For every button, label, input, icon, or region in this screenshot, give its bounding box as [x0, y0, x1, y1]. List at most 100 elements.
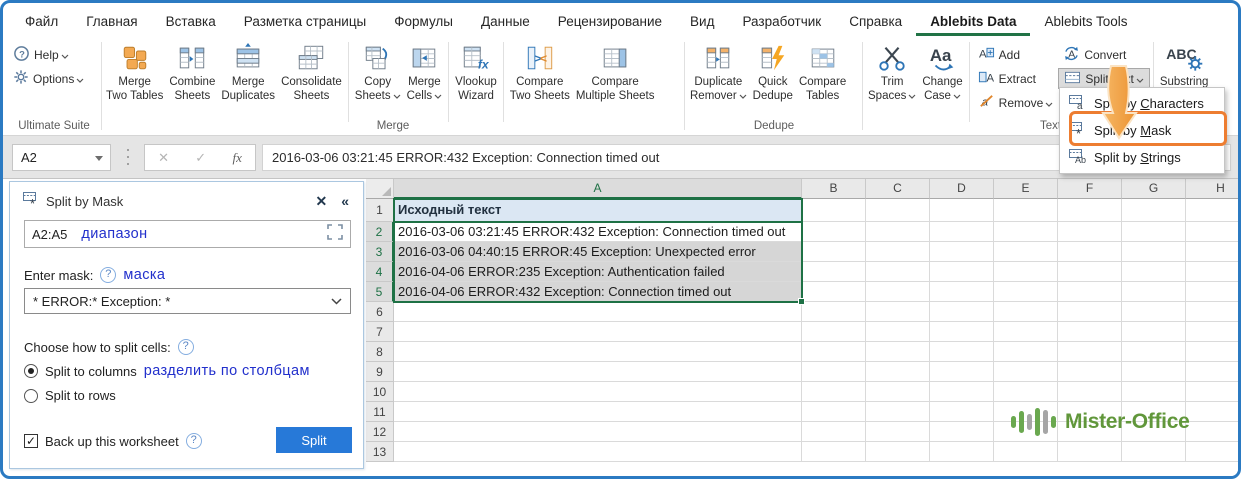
cell-d2[interactable]: [930, 222, 994, 242]
cell-f6[interactable]: [1058, 302, 1122, 322]
cell-a8[interactable]: [394, 342, 802, 362]
ribbon-button-convert[interactable]: AConvert: [1058, 44, 1149, 65]
menu-item-split-by-mask[interactable]: *Split by Mask: [1060, 117, 1224, 144]
pane-collapse-icon[interactable]: «: [337, 193, 353, 209]
cell-d9[interactable]: [930, 362, 994, 382]
cell-h8[interactable]: [1186, 342, 1238, 362]
cell-b8[interactable]: [802, 342, 866, 362]
tab-файл[interactable]: Файл: [11, 9, 72, 36]
cell-a1[interactable]: Исходный текст: [394, 199, 802, 222]
ribbon-button-copy-sheets[interactable]: CopySheets: [352, 40, 404, 105]
cell-d7[interactable]: [930, 322, 994, 342]
menu-item-split-by-strings[interactable]: AbSplit by Strings: [1060, 144, 1224, 171]
cell-b11[interactable]: [802, 402, 866, 422]
cell-c9[interactable]: [866, 362, 930, 382]
cell-c13[interactable]: [866, 442, 930, 462]
cell-h4[interactable]: [1186, 262, 1238, 282]
cell-h2[interactable]: [1186, 222, 1238, 242]
ribbon-button-remove[interactable]: aRemove: [973, 92, 1059, 113]
cell-f3[interactable]: [1058, 242, 1122, 262]
ribbon-button-help[interactable]: ?Help: [8, 44, 89, 65]
row-header-8[interactable]: 8: [366, 342, 394, 362]
tab-данные[interactable]: Данные: [467, 9, 544, 36]
cell-h6[interactable]: [1186, 302, 1238, 322]
cell-d6[interactable]: [930, 302, 994, 322]
cell-f7[interactable]: [1058, 322, 1122, 342]
column-header-b[interactable]: B: [802, 179, 866, 199]
cell-d5[interactable]: [930, 282, 994, 302]
tab-справка[interactable]: Справка: [835, 9, 916, 36]
tab-ablebits-data[interactable]: Ablebits Data: [916, 9, 1030, 36]
row-header-7[interactable]: 7: [366, 322, 394, 342]
cell-b7[interactable]: [802, 322, 866, 342]
cell-d1[interactable]: [930, 199, 994, 222]
tab-вид[interactable]: Вид: [676, 9, 728, 36]
cell-e7[interactable]: [994, 322, 1058, 342]
cell-f2[interactable]: [1058, 222, 1122, 242]
ribbon-button-split-text[interactable]: Split Text: [1058, 68, 1149, 89]
cell-g13[interactable]: [1122, 442, 1186, 462]
ribbon-button-vlookup-wizard[interactable]: fxVlookupWizard: [452, 40, 500, 105]
cell-c2[interactable]: [866, 222, 930, 242]
cell-c7[interactable]: [866, 322, 930, 342]
cell-g1[interactable]: [1122, 199, 1186, 222]
cell-b1[interactable]: [802, 199, 866, 222]
cell-c6[interactable]: [866, 302, 930, 322]
ribbon-button-merge-duplicates[interactable]: MergeDuplicates: [218, 40, 278, 105]
menu-item-split-by-characters[interactable]: aSplit by Characters: [1060, 90, 1224, 117]
row-header-6[interactable]: 6: [366, 302, 394, 322]
tab-ablebits-tools[interactable]: Ablebits Tools: [1030, 9, 1141, 36]
row-header-5[interactable]: 5: [366, 282, 394, 302]
cell-g8[interactable]: [1122, 342, 1186, 362]
cell-a2[interactable]: 2016-03-06 03:21:45 ERROR:432 Exception:…: [394, 222, 802, 242]
cell-d8[interactable]: [930, 342, 994, 362]
cell-h10[interactable]: [1186, 382, 1238, 402]
ribbon-button-duplicate-remover[interactable]: DuplicateRemover: [687, 40, 750, 105]
ribbon-button-extract[interactable]: AExtract: [973, 68, 1059, 89]
select-all-corner[interactable]: [366, 179, 394, 199]
cell-f10[interactable]: [1058, 382, 1122, 402]
cell-b4[interactable]: [802, 262, 866, 282]
cell-a9[interactable]: [394, 362, 802, 382]
row-header-4[interactable]: 4: [366, 262, 394, 282]
name-box[interactable]: A2: [12, 144, 111, 171]
cell-e4[interactable]: [994, 262, 1058, 282]
cell-a11[interactable]: [394, 402, 802, 422]
help-badge-icon[interactable]: ?: [178, 339, 194, 355]
cell-b9[interactable]: [802, 362, 866, 382]
tab-разметка-страницы[interactable]: Разметка страницы: [230, 9, 380, 36]
ribbon-button-merge-two-tables[interactable]: MergeTwo Tables: [103, 40, 166, 105]
cell-c3[interactable]: [866, 242, 930, 262]
row-header-9[interactable]: 9: [366, 362, 394, 382]
cell-c8[interactable]: [866, 342, 930, 362]
tab-формулы[interactable]: Формулы: [380, 9, 467, 36]
ribbon-button-quick-dedupe[interactable]: QuickDedupe: [750, 40, 796, 105]
cell-h9[interactable]: [1186, 362, 1238, 382]
cell-g4[interactable]: [1122, 262, 1186, 282]
column-header-c[interactable]: C: [866, 179, 930, 199]
cell-e10[interactable]: [994, 382, 1058, 402]
cell-e2[interactable]: [994, 222, 1058, 242]
ribbon-button-compare-tables[interactable]: CompareTables: [796, 40, 849, 105]
cell-d12[interactable]: [930, 422, 994, 442]
cell-b2[interactable]: [802, 222, 866, 242]
cell-g6[interactable]: [1122, 302, 1186, 322]
cell-g3[interactable]: [1122, 242, 1186, 262]
cell-b10[interactable]: [802, 382, 866, 402]
formula-bar-handle[interactable]: [127, 149, 130, 165]
row-header-10[interactable]: 10: [366, 382, 394, 402]
cell-e5[interactable]: [994, 282, 1058, 302]
cell-b3[interactable]: [802, 242, 866, 262]
ribbon-button-merge-cells[interactable]: MergeCells: [404, 40, 446, 105]
cell-e13[interactable]: [994, 442, 1058, 462]
cell-h12[interactable]: [1186, 422, 1238, 442]
cell-e8[interactable]: [994, 342, 1058, 362]
cell-a6[interactable]: [394, 302, 802, 322]
cell-f1[interactable]: [1058, 199, 1122, 222]
cell-d10[interactable]: [930, 382, 994, 402]
ribbon-button-combine-sheets[interactable]: CombineSheets: [166, 40, 218, 105]
cell-e1[interactable]: [994, 199, 1058, 222]
cell-f9[interactable]: [1058, 362, 1122, 382]
cell-c10[interactable]: [866, 382, 930, 402]
column-header-f[interactable]: F: [1058, 179, 1122, 199]
